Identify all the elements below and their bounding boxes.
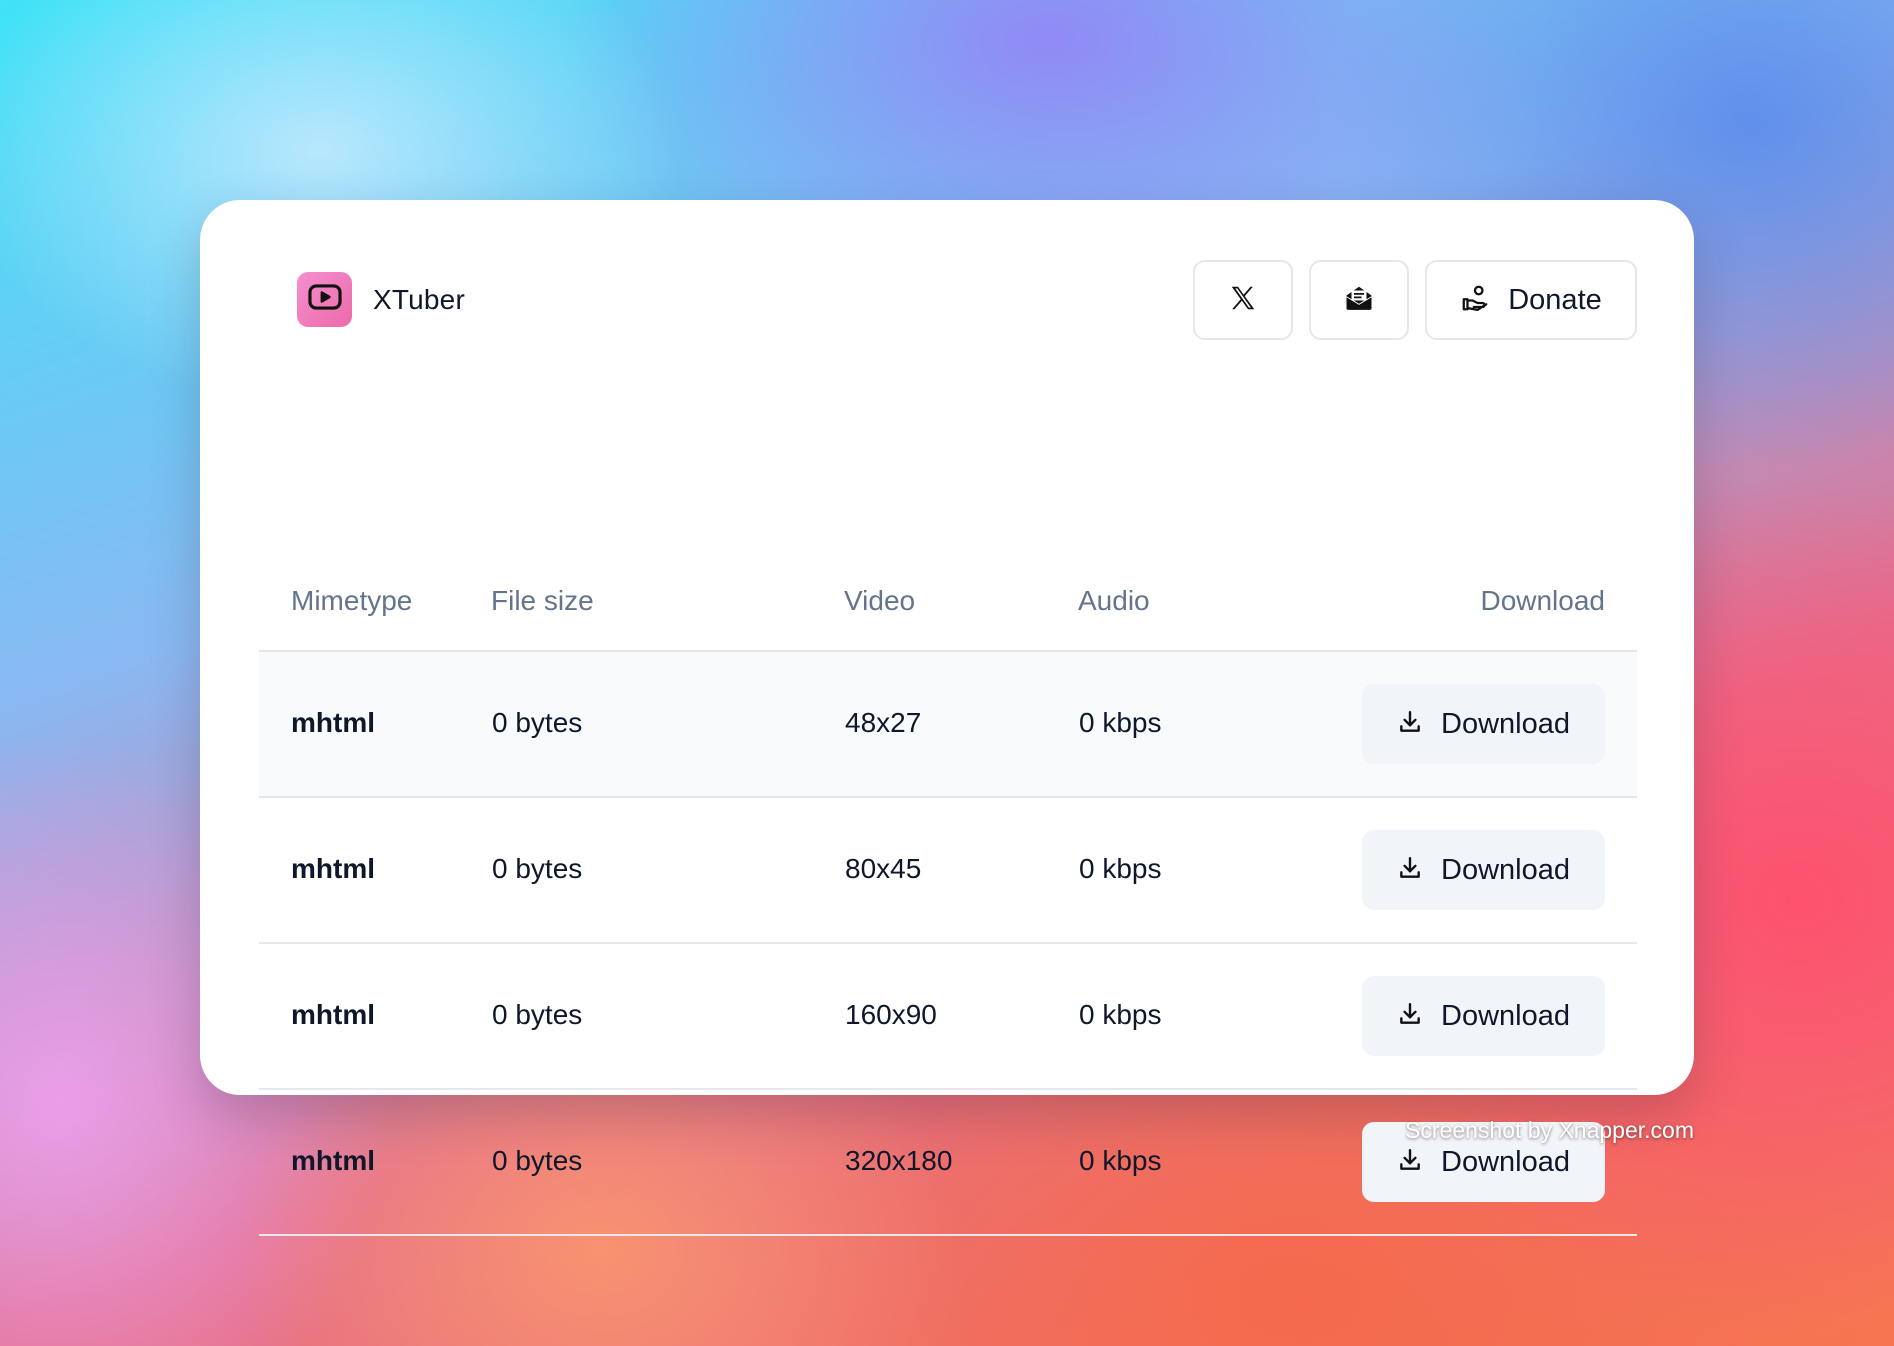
table-row: mhtml 0 bytes 80x45 0 kbps Download [259,798,1637,944]
mimetype-cell: mhtml [291,999,375,1030]
table-header: Mimetype File size Video Audio Download [259,562,1637,652]
mimetype-cell: mhtml [291,707,375,738]
hand-coin-icon [1460,283,1490,318]
column-header-video: Video [844,585,916,616]
audio-cell: 0 kbps [1079,1145,1162,1176]
audio-cell: 0 kbps [1079,707,1162,738]
column-header-audio: Audio [1078,585,1150,616]
contact-button[interactable] [1309,260,1409,340]
app-name: XTuber [373,283,465,315]
mimetype-cell: mhtml [291,1145,375,1176]
column-header-download: Download [1480,585,1605,616]
video-cell: 48x27 [845,707,922,738]
video-cell: 160x90 [845,999,937,1030]
download-button[interactable]: Download [1362,830,1605,910]
donate-button[interactable]: Donate [1425,260,1637,340]
x-logo-icon [1228,283,1258,318]
header: XTuber Donate [200,200,1694,340]
app-card: XTuber Donate Mimetype File size Video A… [200,200,1694,1236]
donate-label: Donate [1508,283,1602,316]
audio-cell: 0 kbps [1079,999,1162,1030]
play-icon [306,278,344,321]
download-icon [1397,709,1423,740]
table-row: mhtml 0 bytes 48x27 0 kbps Download [259,652,1637,798]
download-icon [1397,1147,1423,1178]
download-icon [1397,855,1423,886]
mimetype-cell: mhtml [291,853,375,884]
video-cell: 80x45 [845,853,922,884]
file-size-cell: 0 bytes [492,853,583,884]
file-size-cell: 0 bytes [492,1145,583,1176]
file-size-cell: 0 bytes [492,999,583,1030]
envelope-open-icon [1344,283,1374,318]
file-size-cell: 0 bytes [492,707,583,738]
table-row: mhtml 0 bytes 320x180 0 kbps Download [259,1090,1637,1236]
screenshot-watermark: Screenshot by Xnapper.com [1405,1117,1694,1143]
table-row: mhtml 0 bytes 160x90 0 kbps Download [259,944,1637,1090]
column-header-mimetype: Mimetype [291,585,413,616]
download-button[interactable]: Download [1362,684,1605,764]
app-logo [297,272,352,327]
video-cell: 320x180 [845,1145,953,1176]
download-label: Download [1441,853,1570,886]
audio-cell: 0 kbps [1079,853,1162,884]
download-label: Download [1441,1145,1570,1178]
column-header-file-size: File size [491,585,594,616]
x-share-button[interactable] [1193,260,1293,340]
download-label: Download [1441,707,1570,740]
brand: XTuber [297,272,465,327]
download-label: Download [1441,999,1570,1032]
download-button[interactable]: Download [1362,976,1605,1056]
download-icon [1397,1001,1423,1032]
